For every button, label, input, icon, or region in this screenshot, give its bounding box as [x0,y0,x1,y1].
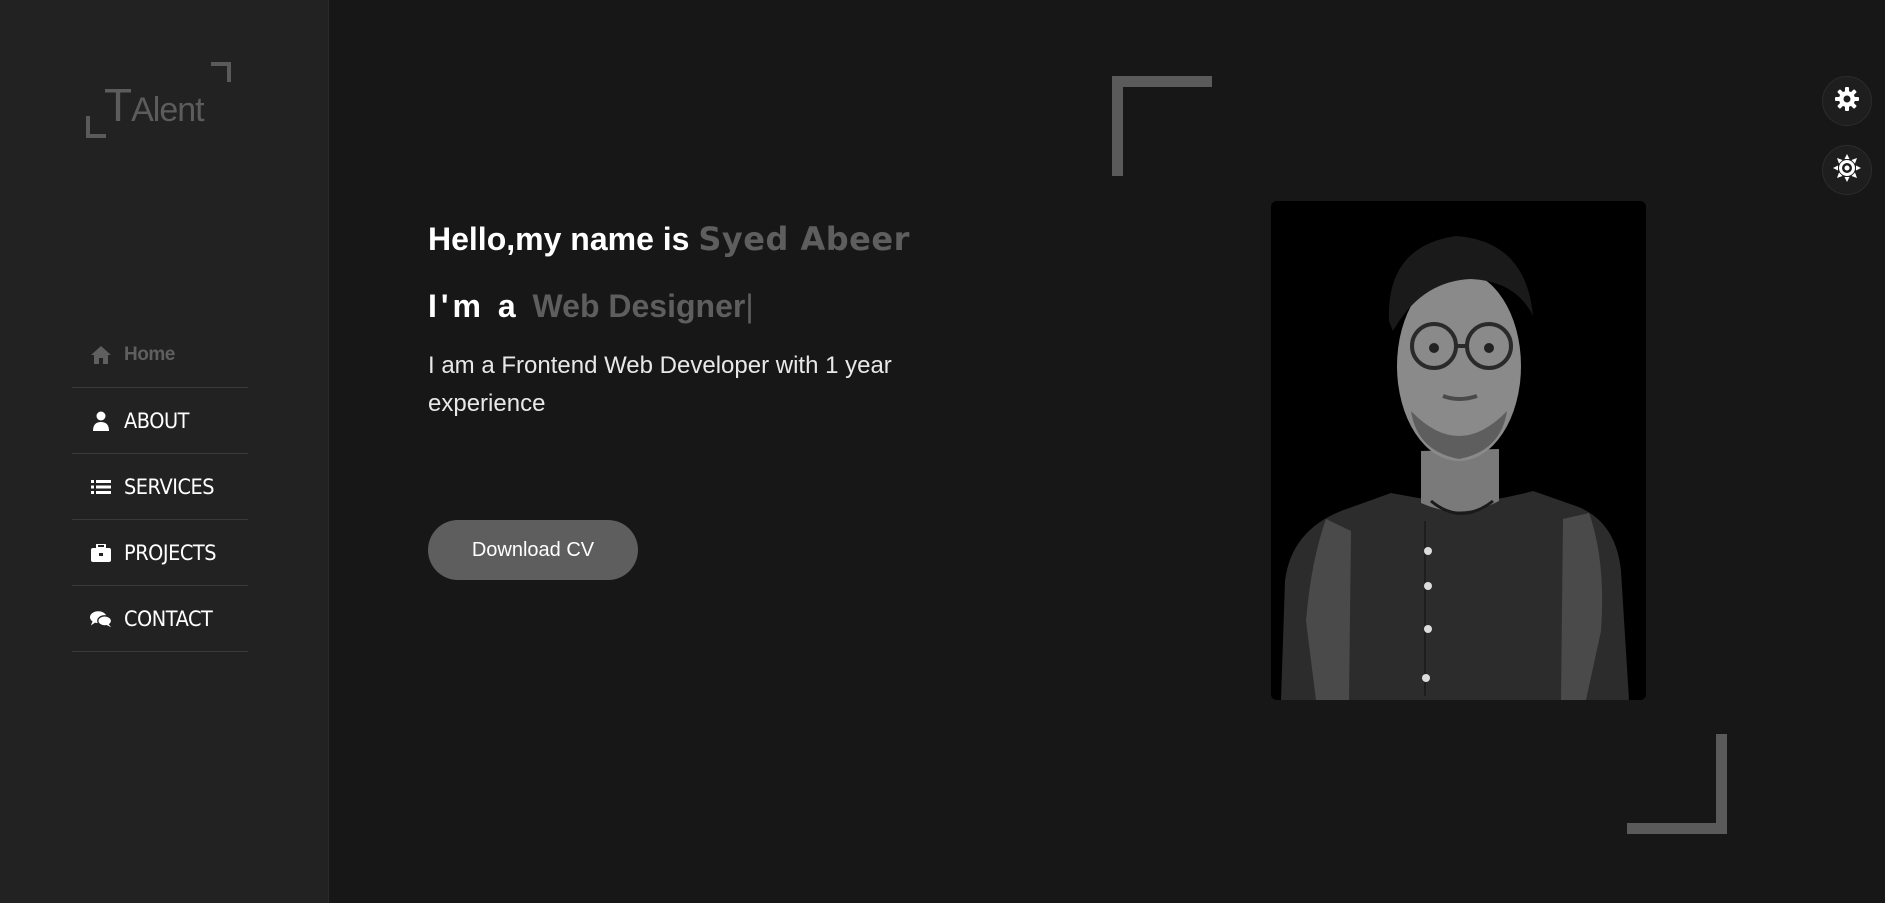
role-prefix: I'm a [428,288,533,324]
home-icon [90,344,112,366]
user-icon [90,410,112,432]
nav-item-label: ABOUT [124,408,189,433]
greeting-heading: Hello,my name is Syed Abeer [428,220,988,258]
list-icon [90,476,112,498]
role-heading: I'm a Web Designer| [428,288,988,325]
nav-item-label: PROJECTS [124,540,217,565]
role-typed-text: Web Designer [532,288,746,324]
nav-item-home[interactable]: Home [72,322,248,388]
gear-icon [1834,86,1860,117]
logo-corner-top-right [211,62,231,82]
nav-item-services[interactable]: SERVICES [72,454,248,520]
profile-photo [1271,201,1646,700]
comments-icon [90,608,112,630]
logo-corner-bottom-left [86,116,106,138]
profile-photo-illustration [1271,201,1646,700]
main-nav: Home ABOUT SERVICES PROJECTS CONTACT [72,322,248,652]
sun-gear-icon [1833,153,1861,187]
greeting-text: Hello,my name is [428,221,699,257]
sidebar: TAlent Home ABOUT SERVICES PROJECTS CONT… [0,0,329,903]
frame-corner-top-left [1112,76,1212,176]
download-cv-button[interactable]: Download CV [428,520,638,580]
nav-item-projects[interactable]: PROJECTS [72,520,248,586]
settings-button[interactable] [1822,76,1872,126]
logo-text-initial: T [104,79,132,131]
logo-text: TAlent [104,78,205,132]
nav-item-contact[interactable]: CONTACT [72,586,248,652]
nav-item-label: CONTACT [124,606,213,631]
nav-item-label: SERVICES [124,474,215,499]
theme-toggle-button[interactable] [1822,145,1872,195]
typing-caret: | [745,288,754,324]
nav-item-about[interactable]: ABOUT [72,388,248,454]
hero-section: Hello,my name is Syed Abeer I'm a Web De… [428,220,988,580]
person-name: Syed Abeer [698,220,910,258]
nav-item-label: Home [124,343,175,365]
logo-text-rest: Alent [131,91,204,129]
briefcase-icon [90,542,112,564]
logo[interactable]: TAlent [86,62,231,138]
hero-description: I am a Frontend Web Developer with 1 yea… [428,352,892,417]
frame-corner-bottom-right [1627,734,1727,834]
